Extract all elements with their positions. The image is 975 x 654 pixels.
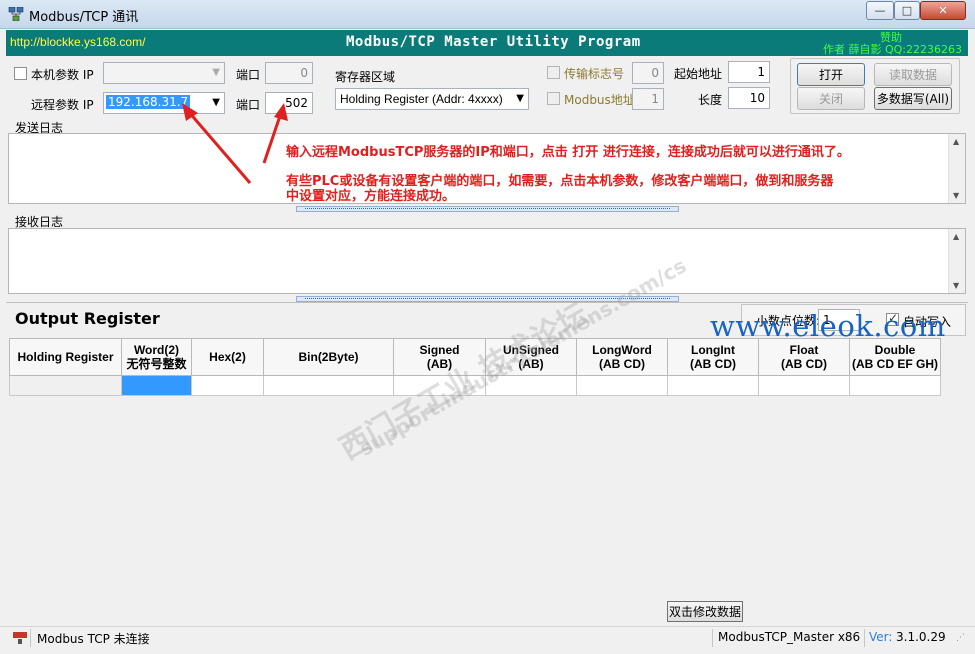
remote-params-label: 远程参数 IP (31, 98, 94, 112)
local-port-label: 端口 (236, 68, 261, 82)
read-data-button[interactable]: 读取数据 (874, 63, 952, 86)
resize-grip-icon[interactable]: ⋰ (956, 633, 965, 643)
row-header-cell[interactable] (9, 375, 122, 396)
version-value: 3.1.0.29 (896, 630, 946, 644)
output-register-table[interactable]: Holding Register Word(2) 无符号整数 Hex(2) Bin… (9, 338, 941, 396)
app-network-icon (8, 7, 24, 21)
column-header[interactable]: Word(2) 无符号整数 (121, 338, 192, 376)
transfer-flag-checkbox[interactable] (547, 66, 560, 79)
open-button[interactable]: 打开 (797, 63, 865, 86)
site-watermark: www.eleok.com (710, 309, 946, 343)
disconnected-icon (13, 632, 27, 644)
table-cell[interactable] (849, 375, 941, 396)
status-bar: Modbus TCP 未连接 ModbusTCP_Master x86 Ver:… (0, 626, 975, 648)
column-header[interactable]: LongWord (AB CD) (576, 338, 668, 376)
scroll-down-icon[interactable]: ▼ (953, 281, 959, 290)
transfer-flag-input[interactable]: 0 (632, 62, 664, 84)
header-banner: http://blockke.ys168.com/ Modbus/TCP Mas… (6, 30, 968, 56)
table-cell[interactable] (191, 375, 264, 396)
local-port-input[interactable]: 0 (265, 62, 313, 84)
title-bar: Modbus/TCP 通讯 — □ ✕ (0, 0, 975, 29)
annotation-arrows (182, 103, 288, 184)
minimize-icon: — (874, 4, 886, 17)
table-cell[interactable] (758, 375, 850, 396)
minimize-button[interactable]: — (866, 1, 894, 20)
column-header[interactable]: UnSigned (AB) (485, 338, 577, 376)
send-log-splitter[interactable] (296, 206, 679, 212)
app-name: ModbusTCP_Master x86 (718, 630, 861, 644)
program-title: Modbus/TCP Master Utility Program (346, 34, 641, 50)
chevron-down-icon: ▼ (212, 67, 220, 78)
table-cell[interactable] (576, 375, 668, 396)
table-cell[interactable] (485, 375, 577, 396)
length-input[interactable]: 10 (728, 87, 770, 109)
close-window-button[interactable]: ✕ (920, 1, 966, 20)
table-cell[interactable] (263, 375, 394, 396)
close-connection-button[interactable]: 关闭 (797, 87, 865, 110)
local-params-label: 本机参数 IP (31, 68, 94, 82)
local-ip-select[interactable]: ▼ (103, 62, 225, 84)
homepage-link[interactable]: http://blockke.ys168.com/ (10, 35, 145, 49)
window-title: Modbus/TCP 通讯 (29, 10, 139, 25)
modbus-addr-checkbox[interactable] (547, 92, 560, 105)
start-addr-label: 起始地址 (674, 67, 723, 81)
author-info: 作者 薛自影 QQ:22236263 (823, 43, 963, 56)
instruction-line-1: 输入远程ModbusTCP服务器的IP和端口，点击 打开 进行连接，连接成功后就… (286, 145, 850, 160)
register-area-label: 寄存器区域 (335, 70, 396, 84)
instruction-line-3: 中设置对应，方能连接成功。 (286, 189, 456, 204)
maximize-button[interactable]: □ (894, 1, 920, 20)
column-header[interactable]: Holding Register (9, 338, 122, 376)
multi-write-button[interactable]: 多数据写(All) (874, 87, 952, 110)
scroll-down-icon[interactable]: ▼ (953, 191, 959, 200)
table-row[interactable] (9, 375, 941, 396)
modbus-addr-label: Modbus地址 (564, 93, 635, 107)
version-label: Ver: (869, 630, 893, 644)
close-icon: ✕ (938, 4, 948, 17)
output-register-title: Output Register (15, 309, 160, 328)
modbus-addr-input[interactable]: 1 (632, 88, 664, 110)
table-cell[interactable] (393, 375, 486, 396)
column-header[interactable]: Double (AB CD EF GH) (849, 338, 941, 376)
transfer-flag-label: 传输标志号 (564, 67, 625, 81)
register-area-select[interactable]: Holding Register (Addr: 4xxxx) ▼ (335, 88, 529, 110)
selected-cell[interactable] (121, 375, 192, 396)
length-label: 长度 (698, 93, 723, 107)
scroll-up-icon[interactable]: ▲ (953, 137, 959, 146)
local-params-checkbox[interactable] (14, 67, 27, 80)
column-header[interactable]: Signed (AB) (393, 338, 486, 376)
connection-status: Modbus TCP 未连接 (37, 632, 150, 646)
column-header[interactable]: Hex(2) (191, 338, 264, 376)
table-cell[interactable] (667, 375, 759, 396)
start-addr-input[interactable]: 1 (728, 61, 770, 83)
edit-data-hint-button[interactable]: 双击修改数据 (667, 601, 743, 622)
scroll-up-icon[interactable]: ▲ (953, 232, 959, 241)
column-header[interactable]: Bin(2Byte) (263, 338, 394, 376)
column-header[interactable]: Float (AB CD) (758, 338, 850, 376)
chevron-down-icon: ▼ (516, 93, 524, 104)
receive-log-scrollbar[interactable]: ▲ ▼ (948, 229, 965, 293)
maximize-icon: □ (901, 4, 913, 17)
receive-log-box[interactable]: ▲ ▼ (8, 228, 966, 294)
send-log-scrollbar[interactable]: ▲ ▼ (948, 134, 965, 203)
table-header-row: Holding Register Word(2) 无符号整数 Hex(2) Bin… (9, 338, 941, 376)
column-header[interactable]: LongInt (AB CD) (667, 338, 759, 376)
